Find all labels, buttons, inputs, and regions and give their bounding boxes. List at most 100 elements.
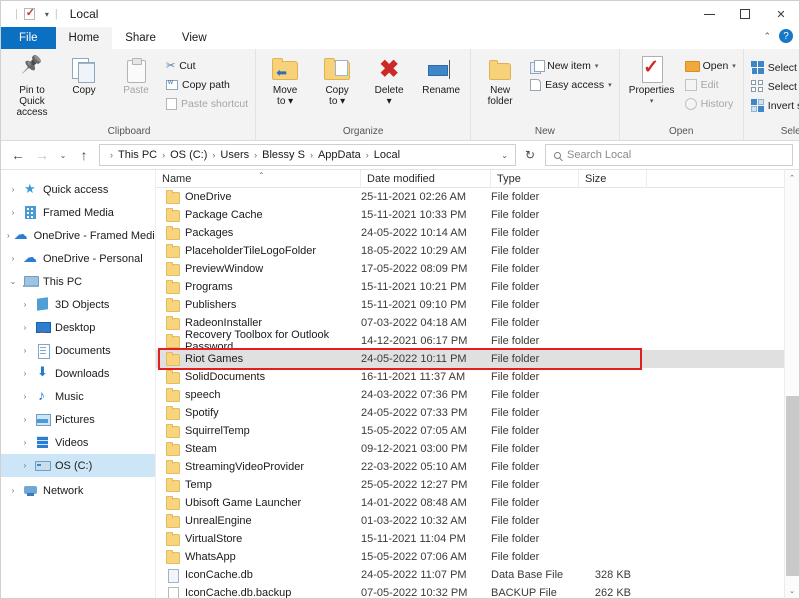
breadcrumb-local[interactable]: Local bbox=[370, 145, 404, 165]
table-row[interactable]: VirtualStore15-11-2021 11:04 PMFile fold… bbox=[156, 530, 784, 548]
up-button[interactable]: ↑ bbox=[73, 144, 95, 166]
column-header-type[interactable]: Type bbox=[491, 170, 579, 188]
collapse-ribbon-icon[interactable]: ⌃ bbox=[763, 31, 771, 42]
sidebar-item-downloads[interactable]: › Downloads bbox=[1, 362, 155, 385]
table-row[interactable]: Programs15-11-2021 10:21 PMFile folder bbox=[156, 278, 784, 296]
sidebar-item-quick-access[interactable]: › Quick access bbox=[1, 178, 155, 201]
table-row[interactable]: WhatsApp15-05-2022 07:06 AMFile folder bbox=[156, 548, 784, 566]
expander-icon[interactable]: ⌄ bbox=[7, 277, 19, 286]
edit-button[interactable]: Edit bbox=[681, 75, 740, 94]
table-row[interactable]: UnrealEngine01-03-2022 10:32 AMFile fold… bbox=[156, 512, 784, 530]
column-header-name[interactable]: ⌃ Name bbox=[156, 170, 361, 188]
table-row[interactable]: Package Cache15-11-2021 10:33 PMFile fol… bbox=[156, 206, 784, 224]
column-header-size[interactable]: Size bbox=[579, 170, 647, 188]
search-input[interactable]: Search Local bbox=[545, 144, 793, 166]
history-button[interactable]: History bbox=[681, 94, 740, 113]
new-item-button[interactable]: New item ▾ bbox=[526, 56, 615, 75]
expander-icon[interactable]: › bbox=[19, 323, 31, 332]
expander-icon[interactable]: › bbox=[19, 438, 31, 447]
table-row[interactable]: Spotify24-05-2022 07:33 PMFile folder bbox=[156, 404, 784, 422]
tab-home[interactable]: Home bbox=[56, 27, 113, 49]
close-button[interactable]: ✕ bbox=[763, 1, 799, 27]
breadcrumb-blessy-s[interactable]: Blessy S bbox=[258, 145, 309, 165]
vertical-scrollbar[interactable]: ⌃ ⌄ bbox=[784, 170, 799, 599]
sidebar-item-videos[interactable]: › Videos bbox=[1, 431, 155, 454]
table-row[interactable]: Temp25-05-2022 12:27 PMFile folder bbox=[156, 476, 784, 494]
maximize-button[interactable] bbox=[727, 1, 763, 27]
sidebar-item-3d-objects[interactable]: › 3D Objects bbox=[1, 293, 155, 316]
table-row[interactable]: Publishers15-11-2021 09:10 PMFile folder bbox=[156, 296, 784, 314]
expander-icon[interactable]: › bbox=[19, 415, 31, 424]
breadcrumb-bar[interactable]: › This PC › OS (C:) › Users › Blessy S ›… bbox=[99, 144, 516, 166]
scroll-down-button[interactable]: ⌄ bbox=[785, 583, 800, 599]
scrollbar-thumb[interactable] bbox=[786, 396, 799, 576]
sidebar-item-onedrive-framed-media[interactable]: › OneDrive - Framed Media bbox=[1, 224, 155, 247]
table-row[interactable]: OneDrive25-11-2021 02:26 AMFile folder bbox=[156, 188, 784, 206]
recent-locations-button[interactable]: ⌄ bbox=[55, 144, 71, 166]
table-row[interactable]: SquirrelTemp15-05-2022 07:05 AMFile fold… bbox=[156, 422, 784, 440]
table-row[interactable]: Recovery Toolbox for Outlook Password14-… bbox=[156, 332, 784, 350]
breadcrumb-appdata[interactable]: AppData bbox=[314, 145, 365, 165]
tab-file[interactable]: File bbox=[1, 27, 56, 49]
cut-button[interactable]: Cut bbox=[162, 56, 252, 75]
column-header-date-modified[interactable]: Date modified bbox=[361, 170, 491, 188]
chevron-down-icon[interactable]: ⌄ bbox=[501, 151, 511, 160]
table-row[interactable]: Riot Games24-05-2022 10:11 PMFile folder bbox=[156, 350, 784, 368]
back-button[interactable]: ← bbox=[7, 144, 29, 166]
breadcrumb-os-c[interactable]: OS (C:) bbox=[166, 145, 211, 165]
sidebar-item-documents[interactable]: › Documents bbox=[1, 339, 155, 362]
pin-to-quick-access-button[interactable]: Pin to Quick access bbox=[6, 52, 58, 118]
sidebar-item-onedrive-personal[interactable]: › OneDrive - Personal bbox=[1, 247, 155, 270]
paste-button[interactable]: Paste bbox=[110, 52, 162, 96]
refresh-button[interactable]: ↻ bbox=[520, 144, 540, 166]
easy-access-button[interactable]: Easy access ▾ bbox=[526, 75, 615, 94]
breadcrumb-users[interactable]: Users bbox=[216, 145, 253, 165]
table-row[interactable]: PlaceholderTileLogoFolder18-05-2022 10:2… bbox=[156, 242, 784, 260]
table-row[interactable]: PreviewWindow17-05-2022 08:09 PMFile fol… bbox=[156, 260, 784, 278]
expander-icon[interactable]: › bbox=[7, 231, 10, 240]
move-to-button[interactable]: ⬅ Move to ▾ bbox=[259, 52, 311, 107]
expander-icon[interactable]: › bbox=[19, 392, 31, 401]
sidebar-item-music[interactable]: › Music bbox=[1, 385, 155, 408]
new-folder-button[interactable]: New folder bbox=[474, 52, 526, 107]
select-none-button[interactable]: Select none bbox=[747, 77, 800, 96]
sidebar-item-os-c[interactable]: › OS (C:) bbox=[1, 454, 155, 477]
copy-to-button[interactable]: Copy to ▾ bbox=[311, 52, 363, 107]
expander-icon[interactable]: › bbox=[19, 300, 31, 309]
expander-icon[interactable]: › bbox=[7, 208, 19, 217]
scrollbar-track[interactable] bbox=[785, 186, 800, 583]
tab-view[interactable]: View bbox=[169, 27, 220, 49]
expander-icon[interactable]: › bbox=[19, 346, 31, 355]
table-row[interactable]: StreamingVideoProvider22-03-2022 05:10 A… bbox=[156, 458, 784, 476]
help-icon[interactable]: ? bbox=[779, 29, 793, 43]
properties-icon[interactable] bbox=[24, 8, 35, 20]
paste-shortcut-button[interactable]: Paste shortcut bbox=[162, 94, 252, 113]
sidebar-item-this-pc[interactable]: ⌄ This PC bbox=[1, 270, 155, 293]
delete-button[interactable]: ✖ Delete ▾ bbox=[363, 52, 415, 107]
scroll-up-button[interactable]: ⌃ bbox=[785, 170, 800, 186]
sidebar-item-network[interactable]: › Network bbox=[1, 479, 155, 502]
sidebar-item-pictures[interactable]: › Pictures bbox=[1, 408, 155, 431]
table-row[interactable]: Packages24-05-2022 10:14 AMFile folder bbox=[156, 224, 784, 242]
forward-button[interactable]: → bbox=[31, 144, 53, 166]
select-all-button[interactable]: Select all bbox=[747, 58, 800, 77]
table-row[interactable]: speech24-03-2022 07:36 PMFile folder bbox=[156, 386, 784, 404]
rename-button[interactable]: Rename bbox=[415, 52, 467, 96]
table-row[interactable]: Steam09-12-2021 03:00 PMFile folder bbox=[156, 440, 784, 458]
chevron-down-icon[interactable]: ▾ bbox=[45, 10, 49, 19]
minimize-button[interactable] bbox=[691, 1, 727, 27]
table-row[interactable]: IconCache.db.backup07-05-2022 10:32 PMBA… bbox=[156, 584, 784, 599]
expander-icon[interactable]: › bbox=[7, 486, 19, 495]
tab-share[interactable]: Share bbox=[112, 27, 169, 49]
sidebar-item-desktop[interactable]: › Desktop bbox=[1, 316, 155, 339]
invert-selection-button[interactable]: Invert selection bbox=[747, 96, 800, 115]
copy-button[interactable]: Copy bbox=[58, 52, 110, 96]
expander-icon[interactable]: › bbox=[19, 369, 31, 378]
table-row[interactable]: Ubisoft Game Launcher14-01-2022 08:48 AM… bbox=[156, 494, 784, 512]
table-row[interactable]: SolidDocuments16-11-2021 11:37 AMFile fo… bbox=[156, 368, 784, 386]
expander-icon[interactable]: › bbox=[7, 185, 19, 194]
expander-icon[interactable]: › bbox=[19, 461, 31, 470]
sidebar-item-framed-media[interactable]: › Framed Media bbox=[1, 201, 155, 224]
table-row[interactable]: IconCache.db24-05-2022 11:07 PMData Base… bbox=[156, 566, 784, 584]
open-button[interactable]: Open ▾ bbox=[681, 56, 740, 75]
